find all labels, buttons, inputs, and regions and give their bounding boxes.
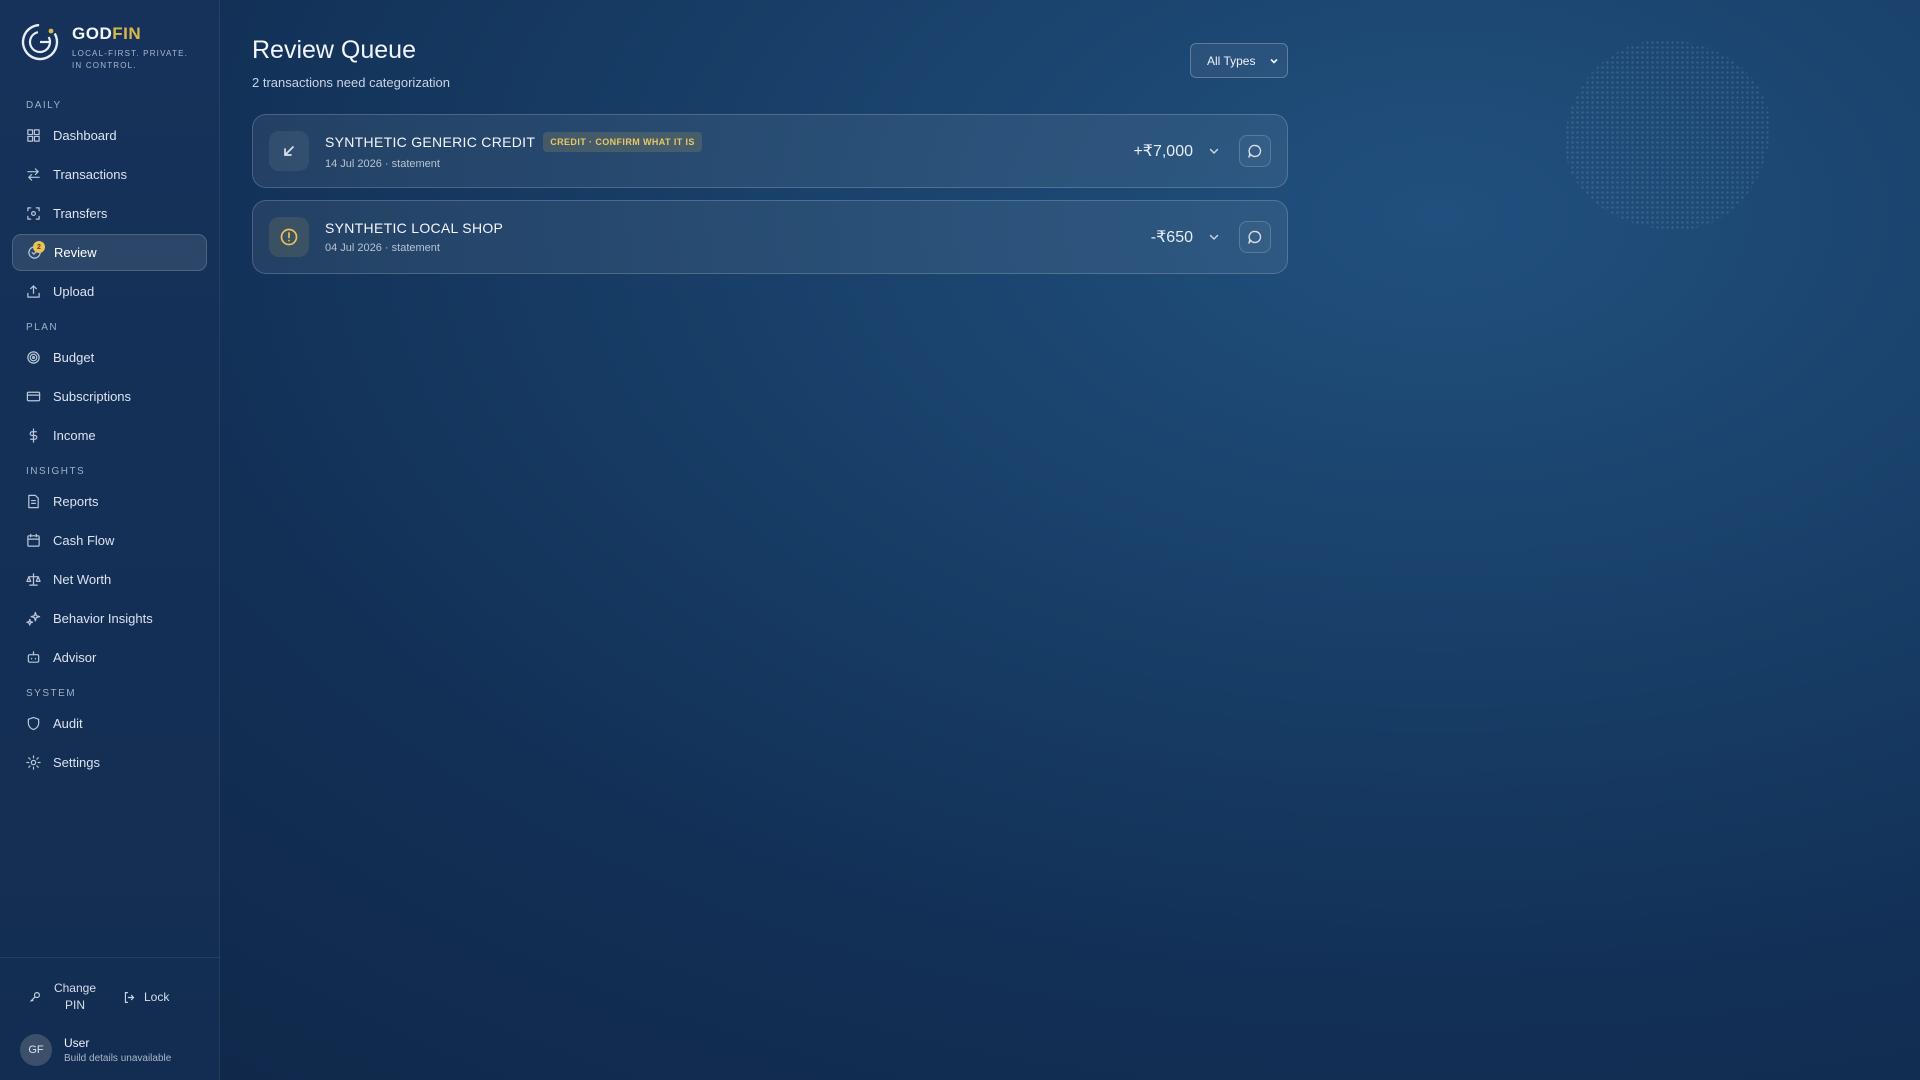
- chevron-down-icon[interactable]: [1207, 144, 1221, 158]
- sidebar-item-label: Transfers: [53, 206, 108, 221]
- transaction-list: SYNTHETIC GENERIC CREDIT CREDIT · CONFIR…: [252, 114, 1288, 286]
- transaction-card[interactable]: SYNTHETIC GENERIC CREDIT CREDIT · CONFIR…: [252, 114, 1288, 188]
- swap-arrows-icon: [26, 167, 41, 182]
- sidebar-item-dashboard[interactable]: Dashboard: [12, 117, 207, 154]
- transaction-amount: -₹650: [1150, 229, 1193, 246]
- transaction-title: SYNTHETIC LOCAL SHOP: [325, 220, 504, 236]
- sidebar-item-label: Income: [53, 428, 96, 443]
- sidebar-item-upload[interactable]: Upload: [12, 273, 207, 310]
- transaction-meta: 04 Jul 2026 · statement: [325, 242, 440, 254]
- brand-name: GODFIN: [72, 24, 199, 44]
- sidebar-item-label: Cash Flow: [53, 533, 115, 548]
- bot-icon: [26, 650, 41, 665]
- sidebar-item-transactions[interactable]: Transactions: [12, 156, 207, 193]
- avatar: GF: [20, 1034, 52, 1066]
- transaction-info: SYNTHETIC LOCAL SHOP 04 Jul 2026 · state…: [325, 220, 1151, 254]
- scale-icon: [26, 572, 41, 587]
- transaction-tag: CREDIT · CONFIRM WHAT IT IS: [543, 132, 702, 152]
- sidebar-item-income[interactable]: Income: [12, 417, 207, 454]
- transaction-amount: +₹7,000: [1133, 143, 1193, 160]
- user-profile[interactable]: GF User Build details unavailable: [16, 1034, 204, 1066]
- target-icon: [26, 350, 41, 365]
- sidebar-item-transfers[interactable]: Transfers: [12, 195, 207, 232]
- sidebar-item-label: Budget: [53, 350, 95, 365]
- dollar-icon: [26, 428, 41, 443]
- main-content: Review Queue 2 transactions need categor…: [220, 0, 1920, 1080]
- lock-button[interactable]: Lock: [123, 989, 169, 1006]
- comment-icon: [1248, 230, 1262, 244]
- sidebar-item-label: Review: [54, 245, 97, 260]
- document-icon: [26, 494, 41, 509]
- sidebar-item-label: Reports: [53, 494, 99, 509]
- chevron-down-icon[interactable]: [1207, 230, 1221, 244]
- scan-transfer-icon: [26, 206, 41, 221]
- type-filter-select[interactable]: All Types: [1190, 43, 1288, 78]
- comment-icon: [1248, 144, 1262, 158]
- comment-button[interactable]: [1239, 221, 1271, 253]
- sidebar-item-settings[interactable]: Settings: [12, 744, 207, 781]
- calendar-icon: [26, 533, 41, 548]
- sidebar-item-advisor[interactable]: Advisor: [12, 639, 207, 676]
- change-pin-button[interactable]: Change PIN: [28, 980, 101, 1014]
- comment-button[interactable]: [1239, 135, 1271, 167]
- lock-label: Lock: [144, 989, 170, 1004]
- sidebar-item-label: Audit: [53, 716, 83, 731]
- sidebar-item-budget[interactable]: Budget: [12, 339, 207, 376]
- sidebar-item-label: Transactions: [53, 167, 127, 182]
- grid-icon: [26, 128, 41, 143]
- transaction-title-row: SYNTHETIC LOCAL SHOP: [325, 220, 1151, 236]
- sidebar: GODFIN LOCAL-FIRST. PRIVATE. IN CONTROL.…: [0, 0, 220, 1080]
- gear-icon: [26, 755, 41, 770]
- sidebar-item-net-worth[interactable]: Net Worth: [12, 561, 207, 598]
- user-name: User: [64, 1036, 90, 1050]
- brand: GODFIN LOCAL-FIRST. PRIVATE. IN CONTROL.: [0, 0, 219, 90]
- app: GODFIN LOCAL-FIRST. PRIVATE. IN CONTROL.…: [0, 0, 1920, 1080]
- transaction-card[interactable]: SYNTHETIC LOCAL SHOP 04 Jul 2026 · state…: [252, 200, 1288, 274]
- review-count-badge: 2: [33, 241, 45, 253]
- sidebar-item-label: Net Worth: [53, 572, 112, 587]
- alert-circle-icon: [269, 217, 309, 257]
- sparkles-icon: [26, 611, 41, 626]
- transaction-meta: 14 Jul 2026 · statement: [325, 158, 440, 170]
- sidebar-item-label: Dashboard: [53, 128, 117, 143]
- nav-section-label: PLAN: [26, 322, 59, 333]
- sidebar-footer: Change PIN Lock GF User Build details un…: [0, 957, 220, 1080]
- change-pin-label: Change PIN: [53, 981, 97, 1012]
- brand-name-part: GOD: [72, 24, 113, 43]
- nav-section-label: INSIGHTS: [26, 466, 86, 477]
- brand-tagline: LOCAL-FIRST. PRIVATE. IN CONTROL.: [72, 49, 189, 70]
- shield-icon: [26, 716, 41, 731]
- sidebar-item-label: Upload: [53, 284, 95, 299]
- arrow-down-left-icon: [269, 131, 309, 171]
- chevron-down-icon: [1270, 58, 1278, 64]
- sidebar-item-label: Behavior Insights: [53, 611, 153, 626]
- card-icon: [26, 389, 41, 404]
- build-details: Build details unavailable: [64, 1053, 172, 1064]
- logout-icon: [124, 991, 135, 1003]
- transaction-title-row: SYNTHETIC GENERIC CREDIT CREDIT · CONFIR…: [325, 132, 1133, 152]
- brand-name-accent: FIN: [112, 24, 142, 43]
- transaction-info: SYNTHETIC GENERIC CREDIT CREDIT · CONFIR…: [325, 132, 1133, 170]
- decorative-dot-blob: [1565, 40, 1770, 230]
- sidebar-item-behavior-insights[interactable]: Behavior Insights: [12, 600, 207, 637]
- sidebar-item-reports[interactable]: Reports: [12, 483, 207, 520]
- sidebar-item-label: Subscriptions: [53, 389, 132, 404]
- upload-icon: [26, 284, 41, 299]
- sidebar-item-label: Settings: [53, 755, 100, 770]
- sidebar-item-label: Advisor: [53, 650, 97, 665]
- sidebar-item-subscriptions[interactable]: Subscriptions: [12, 378, 207, 415]
- godfin-logo-icon: [21, 23, 59, 61]
- sidebar-item-cash-flow[interactable]: Cash Flow: [12, 522, 207, 559]
- sidebar-nav: DAILY Dashboard Transactions Transfers 2 Revi…: [0, 90, 219, 783]
- nav-section-label: SYSTEM: [26, 688, 77, 699]
- nav-section-label: DAILY: [26, 100, 62, 111]
- sidebar-item-audit[interactable]: Audit: [12, 705, 207, 742]
- type-filter-value: All Types: [1207, 53, 1256, 68]
- sidebar-item-review[interactable]: 2 Review: [12, 234, 207, 271]
- key-icon: [30, 991, 40, 1002]
- transaction-title: SYNTHETIC GENERIC CREDIT: [325, 134, 536, 150]
